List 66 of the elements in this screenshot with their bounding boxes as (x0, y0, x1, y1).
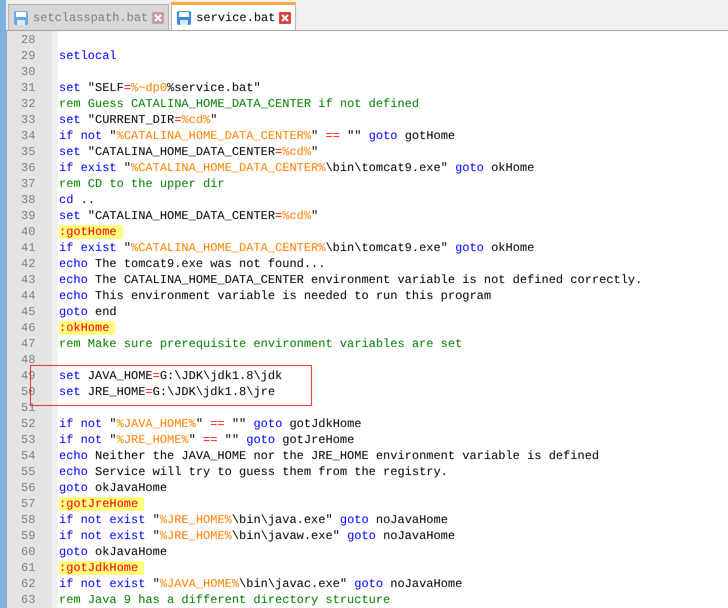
code-line: if not exist "%JAVA_HOME%\bin\javac.exe" goto noJavaHome (58, 576, 462, 592)
code-line: echo The tomcat9.exe was not found... (58, 256, 326, 272)
line-number: 46 (20, 321, 36, 335)
code-line: goto end (58, 304, 117, 320)
line-number: 63 (20, 593, 36, 607)
code-line: goto okJavaHome (58, 480, 168, 496)
line-number: 42 (20, 257, 36, 271)
code-line: cd .. (58, 192, 96, 208)
code-line: set "SELF=%~dp0%service.bat" (58, 80, 261, 96)
line-number: 59 (20, 529, 36, 543)
code-line: if not "%JRE_HOME%" == "" goto gotJreHome (58, 432, 354, 448)
line-number: 53 (20, 433, 36, 447)
line-number: 52 (20, 417, 36, 431)
line-number: 57 (20, 497, 36, 511)
line-number: 43 (20, 273, 36, 287)
code-line: if exist "%CATALINA_HOME_DATA_CENTER%\bin\tomcat9.exe" goto okHome (58, 240, 534, 256)
code-line: if not "%CATALINA_HOME_DATA_CENTER%" == "" goto gotHome (58, 128, 456, 144)
code-line: if not exist "%JRE_HOME%\bin\javaw.exe" goto noJavaHome (58, 528, 456, 544)
save-icon (13, 10, 29, 26)
code-line: rem Java 9 has a different directory structure (58, 592, 390, 608)
line-number: 35 (20, 145, 36, 159)
code-line: if not exist "%JRE_HOME%\bin\java.exe" goto noJavaHome (58, 512, 448, 528)
line-number: 37 (20, 177, 36, 191)
line-number: 38 (20, 193, 36, 207)
code-line: set JRE_HOME=G:\JDK\jdk1.8\jre (58, 384, 276, 400)
line-number: 28 (20, 33, 36, 47)
line-number: 48 (20, 353, 36, 367)
line-number: 36 (20, 161, 36, 175)
code-line: goto okJavaHome (58, 544, 168, 560)
line-number: 30 (20, 65, 36, 79)
line-number: 61 (20, 561, 36, 575)
line-number: 62 (20, 577, 36, 591)
code-line: echo The CATALINA_HOME_DATA_CENTER environment variable is not defined correctly. (58, 272, 642, 288)
file-tab[interactable]: service.bat (171, 2, 296, 30)
code-line: echo Neither the JAVA_HOME nor the JRE_HOME environment variable is defined (58, 448, 600, 464)
code-line: setlocal (58, 48, 117, 64)
code-line: set "CURRENT_DIR=%cd%" (58, 112, 218, 128)
line-number: 31 (20, 81, 36, 95)
save-icon (176, 10, 192, 26)
line-number: 29 (20, 49, 36, 63)
code-line: echo This environment variable is needed to run this program (58, 288, 492, 304)
line-number: 44 (20, 289, 36, 303)
line-number: 33 (20, 113, 36, 127)
code-line: if not "%JAVA_HOME%" == "" goto gotJdkHome (58, 416, 362, 432)
code-line: if exist "%CATALINA_HOME_DATA_CENTER%\bin\tomcat9.exe" goto okHome (58, 160, 534, 176)
line-number: 32 (20, 97, 36, 111)
line-number: 39 (20, 209, 36, 223)
code-line: rem Make sure prerequisite environment variables are set (58, 336, 462, 352)
line-number: 55 (20, 465, 36, 479)
code-line: set JAVA_HOME=G:\JDK\jdk1.8\jdk (58, 368, 282, 384)
code-line: set "CATALINA_HOME_DATA_CENTER=%cd%" (58, 144, 318, 160)
code-line: set "CATALINA_HOME_DATA_CENTER=%cd%" (58, 208, 318, 224)
line-number: 47 (20, 337, 36, 351)
line-number: 60 (20, 545, 36, 559)
line-number: 45 (20, 305, 36, 319)
code-line: rem CD to the upper dir (58, 176, 225, 192)
line-number: 54 (20, 449, 36, 463)
line-number: 34 (20, 129, 36, 143)
code-line: rem Guess CATALINA_HOME_DATA_CENTER if not defined (58, 96, 420, 112)
code-line: echo Service will try to guess them from the registry. (58, 464, 448, 480)
close-icon[interactable] (279, 12, 292, 24)
close-icon[interactable] (152, 12, 164, 24)
line-number: 40 (20, 225, 36, 239)
line-number: 58 (20, 513, 36, 527)
line-number: 56 (20, 481, 36, 495)
line-number: 41 (20, 241, 36, 255)
